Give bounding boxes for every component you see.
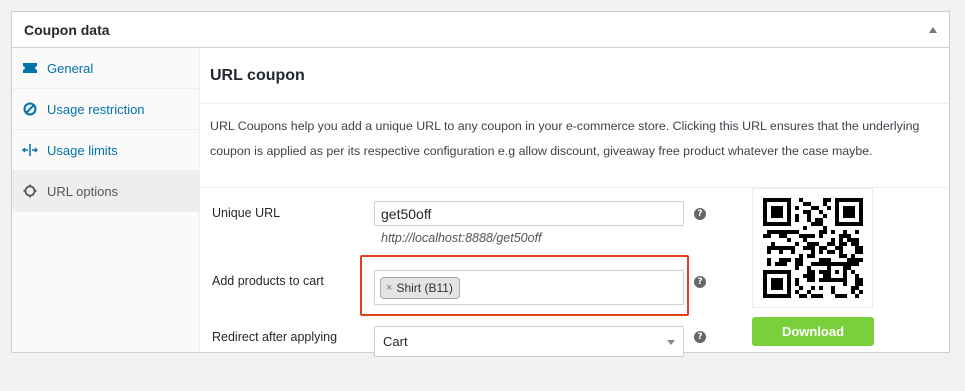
sidebar-item-general[interactable]: General	[12, 48, 199, 89]
panel-title: Coupon data	[24, 21, 110, 38]
products-select-input[interactable]: × Shirt (B11)	[374, 270, 684, 305]
download-button[interactable]: Download	[752, 317, 874, 346]
panel-header: Coupon data	[12, 12, 949, 48]
page-title: URL coupon	[200, 48, 949, 104]
ticket-icon	[22, 60, 38, 76]
redirect-select[interactable]: Cart	[374, 326, 684, 357]
panel-body: General Usage restriction Usage limits U…	[12, 48, 949, 357]
gear-icon	[22, 183, 38, 199]
url-options-form: Unique URL get50off ? http://localhost:8…	[200, 188, 949, 368]
unique-url-input[interactable]: get50off	[374, 201, 684, 226]
description-text: URL Coupons help you add a unique URL to…	[200, 104, 949, 188]
help-icon[interactable]: ?	[694, 331, 706, 343]
redirect-select-value: Cart	[383, 334, 408, 349]
sidebar-item-usage-restriction[interactable]: Usage restriction	[12, 89, 199, 130]
qr-code-image	[762, 198, 863, 298]
help-icon[interactable]: ?	[694, 208, 706, 220]
product-chip: × Shirt (B11)	[380, 276, 460, 299]
url-hint: http://localhost:8888/get50off	[381, 231, 542, 245]
chevron-down-icon	[667, 340, 675, 345]
redirect-label: Redirect after applying	[212, 330, 338, 344]
sidebar: General Usage restriction Usage limits U…	[12, 48, 200, 352]
sidebar-item-label: Usage limits	[47, 142, 118, 158]
sidebar-item-url-options[interactable]: URL options	[12, 171, 199, 212]
add-products-label: Add products to cart	[212, 274, 324, 288]
sidebar-item-label: URL options	[47, 183, 119, 199]
sidebar-item-label: Usage restriction	[47, 101, 145, 117]
help-icon[interactable]: ?	[694, 276, 706, 288]
coupon-data-panel: Coupon data General Usage restriction Us…	[11, 11, 950, 357]
sidebar-item-usage-limits[interactable]: Usage limits	[12, 130, 199, 171]
chip-remove-icon[interactable]: ×	[386, 282, 392, 294]
sidebar-item-label: General	[47, 60, 94, 76]
ban-icon	[22, 101, 38, 117]
qr-code	[752, 188, 873, 308]
arrows-icon	[22, 142, 38, 158]
collapse-arrow-icon[interactable]	[929, 26, 937, 33]
product-chip-label: Shirt (B11)	[396, 280, 453, 295]
unique-url-label: Unique URL	[212, 206, 281, 220]
main-content: URL coupon URL Coupons help you add a un…	[200, 48, 949, 357]
